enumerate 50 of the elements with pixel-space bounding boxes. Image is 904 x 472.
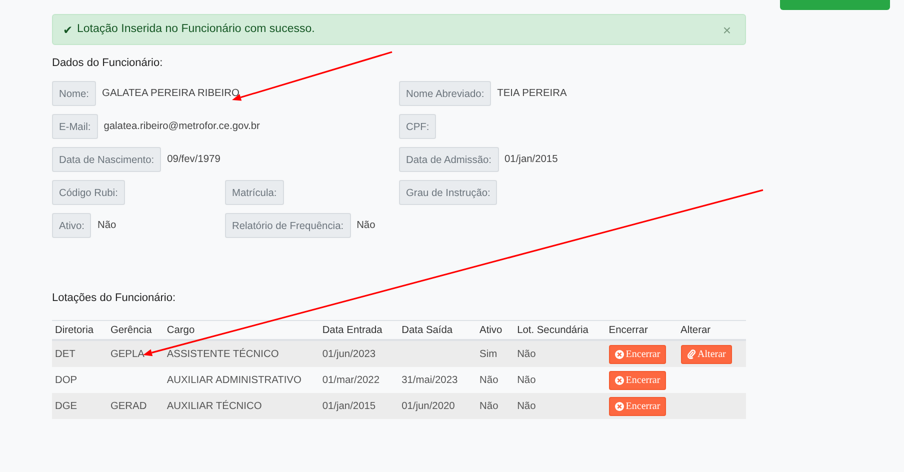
table-cell: GEPLA [107,340,164,367]
table-cell: 01/mar/2022 [319,367,399,393]
table-cell: DGE [52,393,108,419]
table-cell: GERAD [107,393,164,419]
field-label: Nome: [52,81,96,106]
field-label: Nome Abreviado: [399,81,492,106]
field-value: Não [356,220,376,231]
check-icon: ✔ [63,22,73,36]
field-label: Ativo: [52,213,92,238]
close-button[interactable]: × [720,22,733,38]
table-cell: 01/jan/2015 [319,393,399,419]
section-title: Lotações do Funcionário: [52,292,177,304]
table-cell: DOP [52,367,108,393]
table-cell: ASSISTENTE TÉCNICO [164,340,320,367]
table-cell: Não [476,393,514,419]
field-value: Não [97,220,116,231]
field-label: Matrícula: [225,180,284,205]
alert-message: Lotação Inserida no Funcionário com sucesso. [77,22,315,36]
x-circle-icon [614,376,624,384]
field-label: CPF: [399,114,436,139]
table-cell: Sim [476,340,514,367]
table-cell: AUXILIAR ADMINISTRATIVO [164,367,320,393]
x-circle-icon [614,402,624,410]
table-cell: Não [514,367,606,393]
field-label: Data de Admissão: [399,147,499,172]
field-value: 01/jan/2015 [504,154,558,165]
table-cell: Não [514,393,606,419]
close-period-button[interactable]: Encerrar [608,344,666,364]
table-cell: Não [514,340,606,367]
field-value: TEIA PEREIRA [497,88,567,99]
field-value: galatea.ribeiro@metrofor.ce.gov.br [104,121,260,132]
field-label: Código Rubi: [52,180,125,205]
edit-button[interactable]: Alterar [680,344,732,364]
field-label: Grau de Instrução: [399,180,498,205]
field-label: E-Mail: [52,114,98,139]
table-cell: 01/jun/2023 [319,340,399,367]
close-period-button[interactable]: Encerrar [608,396,666,416]
field-label: Data de Nascimento: [52,147,162,172]
field-label: Relatório de Frequência: [225,213,351,238]
field-value: GALATEA PEREIRA RIBEIRO [102,88,240,99]
field-value: 09/fev/1979 [167,154,220,165]
section-title: Dados do Funcionário: [52,57,164,69]
table-cell: Não [476,367,514,393]
table-cell: DET [52,340,108,367]
table-cell: 31/mai/2023 [398,367,477,393]
table-cell: AUXILIAR TÉCNICO [164,393,320,419]
x-circle-icon [614,350,624,358]
close-period-button[interactable]: Encerrar [608,370,666,390]
table-cell: 01/jun/2020 [398,393,477,419]
paperclip-icon [686,349,696,359]
